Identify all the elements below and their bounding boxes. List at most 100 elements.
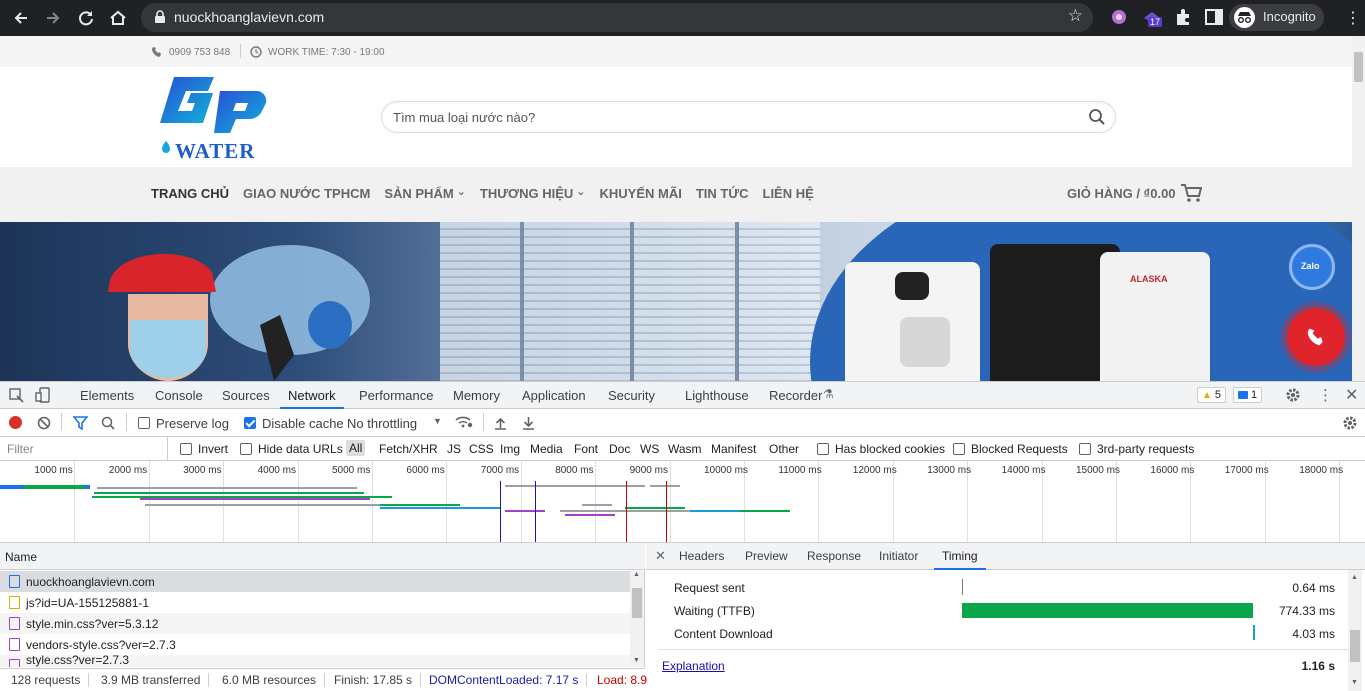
tab-preview[interactable]: Preview [745, 549, 788, 563]
filter-funnel-icon[interactable] [73, 416, 88, 430]
filter-type-js[interactable]: JS [447, 442, 461, 456]
inspect-element-icon[interactable] [9, 388, 24, 403]
tab-timing[interactable]: Timing [934, 549, 986, 570]
tab-elements[interactable]: Elements [80, 388, 134, 403]
search-input[interactable]: Tìm mua loại nước nào? [393, 110, 535, 125]
export-har-icon[interactable] [522, 416, 535, 430]
search-box[interactable]: Tìm mua loại nước nào? [381, 101, 1116, 133]
preserve-log-checkbox[interactable] [138, 416, 150, 430]
details-scroll-up-arrow-icon[interactable]: ▲ [1351, 574, 1358, 581]
cart-icon[interactable] [1180, 183, 1202, 203]
tab-recorder[interactable]: Recorder [769, 388, 822, 403]
tab-headers[interactable]: Headers [679, 549, 724, 563]
scroll-down-arrow-icon[interactable]: ▼ [633, 657, 640, 664]
nav-item-contact[interactable]: LIÊN HỆ [763, 186, 814, 201]
request-row[interactable]: vendors-style.css?ver=2.7.3 [0, 634, 630, 655]
record-icon[interactable] [9, 416, 22, 429]
clear-icon[interactable] [37, 416, 51, 430]
third-party-checkbox[interactable] [1079, 442, 1091, 456]
blocked-cookies-checkbox[interactable] [817, 442, 829, 456]
details-scroll-down-arrow-icon[interactable]: ▼ [1351, 679, 1358, 686]
throttling-select[interactable]: No throttling [347, 416, 417, 431]
filter-type-wasm[interactable]: Wasm [668, 442, 702, 456]
close-details-icon[interactable]: ✕ [655, 548, 666, 564]
settings-gear-icon[interactable] [1285, 387, 1301, 403]
network-overview-timeline[interactable]: 1000 ms 2000 ms 3000 ms 4000 ms 5000 ms 6000 … [0, 461, 1365, 543]
tab-response[interactable]: Response [807, 549, 861, 563]
zalo-chat-button[interactable]: Zalo [1289, 244, 1335, 290]
explanation-link[interactable]: Explanation [662, 659, 725, 673]
search-icon[interactable] [1088, 108, 1106, 126]
details-scrollbar-thumb[interactable] [1350, 630, 1360, 662]
tab-sources[interactable]: Sources [222, 388, 270, 403]
filter-type-img[interactable]: Img [500, 442, 520, 456]
requests-scrollbar[interactable]: ▲ ▼ [630, 571, 644, 667]
filter-type-font[interactable]: Font [574, 442, 598, 456]
tab-initiator[interactable]: Initiator [879, 549, 918, 563]
import-har-icon[interactable] [494, 416, 507, 430]
disable-cache-checkbox[interactable] [244, 416, 256, 430]
filter-type-ws[interactable]: WS [640, 442, 659, 456]
invert-checkbox[interactable] [180, 442, 192, 456]
back-button[interactable] [9, 6, 33, 30]
filter-type-all[interactable]: All [346, 440, 366, 456]
request-row[interactable]: nuockhoanglavievn.com [0, 571, 630, 592]
tab-memory[interactable]: Memory [453, 388, 500, 403]
side-panel-icon[interactable] [1203, 6, 1225, 28]
blocked-requests-checkbox[interactable] [953, 442, 965, 456]
hero-banner[interactable]: ALASKA Zalo [0, 222, 1352, 381]
request-row[interactable]: js?id=UA-155125881-1 [0, 592, 630, 613]
filter-type-other[interactable]: Other [769, 442, 799, 456]
bookmark-star-icon[interactable]: ☆ [1068, 6, 1083, 26]
site-logo[interactable]: WATER [154, 73, 272, 163]
nav-item-products[interactable]: SẢN PHẨM [384, 186, 466, 201]
extensions-puzzle-icon[interactable] [1172, 6, 1194, 28]
call-button[interactable] [1287, 308, 1345, 366]
nav-item-delivery[interactable]: GIAO NƯỚC TPHCM [243, 186, 370, 201]
warnings-badge[interactable]: ▲ 5 [1197, 387, 1227, 403]
scroll-up-arrow-icon[interactable]: ▲ [633, 571, 640, 578]
topbar-phone[interactable]: 0909 753 848 [151, 46, 230, 58]
forward-button[interactable] [41, 6, 65, 30]
filter-type-css[interactable]: CSS [469, 442, 494, 456]
filter-type-doc[interactable]: Doc [609, 442, 630, 456]
hide-data-urls-checkbox[interactable] [240, 442, 252, 456]
page-scrollbar[interactable] [1352, 36, 1365, 381]
throttling-dropdown-icon[interactable]: ▼ [433, 416, 442, 426]
messages-badge[interactable]: 1 [1233, 387, 1263, 403]
search-network-icon[interactable] [101, 416, 115, 430]
device-toolbar-icon[interactable] [35, 387, 51, 403]
tab-application[interactable]: Application [522, 388, 586, 403]
tab-performance[interactable]: Performance [359, 388, 433, 403]
network-conditions-icon[interactable] [455, 415, 473, 429]
column-header-name[interactable]: Name [5, 550, 37, 564]
details-scrollbar[interactable]: ▲ ▼ [1348, 570, 1362, 691]
request-row[interactable]: style.min.css?ver=5.3.12 [0, 613, 630, 634]
nav-item-home[interactable]: TRANG CHỦ [151, 186, 229, 201]
tab-network[interactable]: Network [280, 388, 344, 409]
extension-badge-button[interactable]: 17 [1141, 6, 1163, 28]
network-settings-gear-icon[interactable] [1342, 415, 1358, 431]
extension-flower-icon[interactable] [1108, 6, 1130, 28]
request-row[interactable]: style.css?ver=2.7.3 [0, 655, 630, 667]
tab-lighthouse[interactable]: Lighthouse [685, 388, 749, 403]
nav-item-news[interactable]: TIN TỨC [696, 186, 749, 201]
requests-scrollbar-thumb[interactable] [632, 588, 642, 618]
tab-security[interactable]: Security [608, 388, 655, 403]
nav-item-promotions[interactable]: KHUYẾN MÃI [599, 186, 681, 201]
page-scrollbar-thumb[interactable] [1354, 52, 1363, 82]
more-options-icon[interactable]: ⋮ [1318, 386, 1333, 404]
nav-item-brands[interactable]: THƯƠNG HIỆU [480, 186, 586, 201]
filter-type-media[interactable]: Media [530, 442, 563, 456]
incognito-profile-button[interactable]: Incognito [1229, 4, 1324, 31]
cart-link[interactable]: GIỎ HÀNG / ₫0.00 [1067, 186, 1176, 201]
address-bar[interactable]: nuockhoanglavievn.com ☆ [141, 3, 1093, 32]
home-button[interactable] [106, 6, 130, 30]
reload-button[interactable] [74, 6, 98, 30]
filter-type-fetch-xhr[interactable]: Fetch/XHR [379, 442, 438, 456]
close-devtools-icon[interactable]: ✕ [1345, 385, 1358, 405]
filter-input[interactable]: Filter [0, 437, 168, 460]
browser-menu-icon[interactable]: ⋮ [1345, 8, 1361, 28]
filter-type-manifest[interactable]: Manifest [711, 442, 756, 456]
tab-console[interactable]: Console [155, 388, 203, 403]
